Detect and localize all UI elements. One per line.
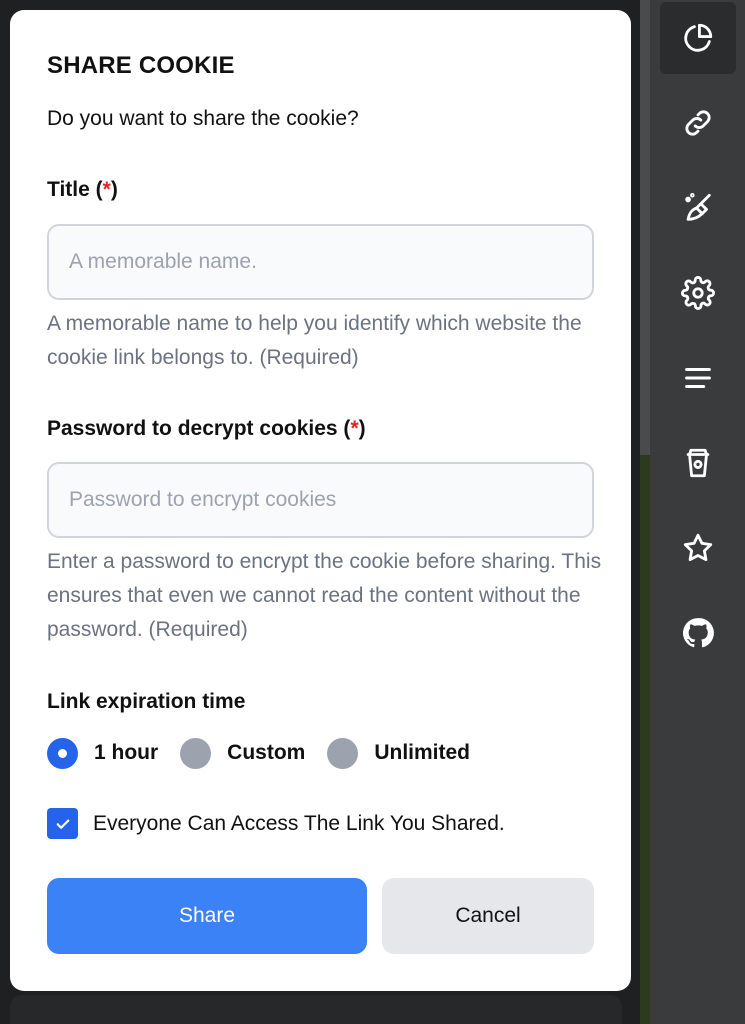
expiration-radio-group: 1 hour Custom Unlimited <box>47 733 492 773</box>
sidebar-item-settings[interactable] <box>660 257 736 329</box>
cancel-button[interactable]: Cancel <box>382 878 594 954</box>
required-mark: * <box>350 417 359 440</box>
radio-button[interactable] <box>327 737 359 769</box>
title-help-text: A memorable name to help you identify wh… <box>47 312 582 369</box>
required-mark: * <box>102 178 111 201</box>
pie-chart-icon <box>684 23 713 52</box>
sidebar-item-link[interactable] <box>660 87 736 159</box>
password-field-label: Password to decrypt cookies (*) <box>47 417 366 440</box>
link-icon <box>685 110 711 136</box>
public-access-label: Everyone Can Access The Link You Shared. <box>93 811 505 835</box>
dialog-subtitle: Do you want to share the cookie? <box>47 107 359 130</box>
radio-option-1-hour[interactable]: 1 hour <box>47 737 158 769</box>
sidebar-item-github[interactable] <box>660 597 736 669</box>
public-access-checkbox[interactable] <box>47 808 78 839</box>
radio-option-custom[interactable]: Custom <box>180 737 305 769</box>
star-icon <box>683 533 713 562</box>
public-access-option[interactable]: Everyone Can Access The Link You Shared. <box>47 808 505 839</box>
dialog-title: SHARE COOKIE <box>47 52 235 79</box>
expiration-label: Link expiration time <box>47 690 246 713</box>
radio-option-unlimited[interactable]: Unlimited <box>327 737 470 769</box>
radio-button[interactable] <box>47 737 78 769</box>
background-card <box>10 995 622 1024</box>
share-button[interactable]: Share <box>47 878 367 954</box>
sidebar-item-clean[interactable] <box>660 172 736 244</box>
sidebar-item-menu[interactable] <box>660 342 736 414</box>
github-icon <box>682 618 714 648</box>
radio-button[interactable] <box>180 737 212 769</box>
broom-clean-icon <box>685 192 711 221</box>
checkmark-icon <box>56 819 69 829</box>
share-cookie-dialog: SHARE COOKIE Do you want to share the co… <box>10 10 631 991</box>
title-field-label: Title (*) <box>47 178 118 201</box>
menu-lines-icon <box>685 367 711 389</box>
title-input[interactable] <box>47 224 594 300</box>
password-input[interactable] <box>47 462 594 538</box>
sidebar-item-star[interactable] <box>660 512 736 584</box>
password-help-text: Enter a password to encrypt the cookie b… <box>47 550 602 641</box>
gear-icon <box>681 276 715 310</box>
coffee-cup-icon <box>686 448 710 478</box>
sidebar-item-coffee[interactable] <box>660 427 736 499</box>
sidebar-item-stats[interactable] <box>660 2 736 74</box>
scrollbar[interactable] <box>640 0 650 455</box>
